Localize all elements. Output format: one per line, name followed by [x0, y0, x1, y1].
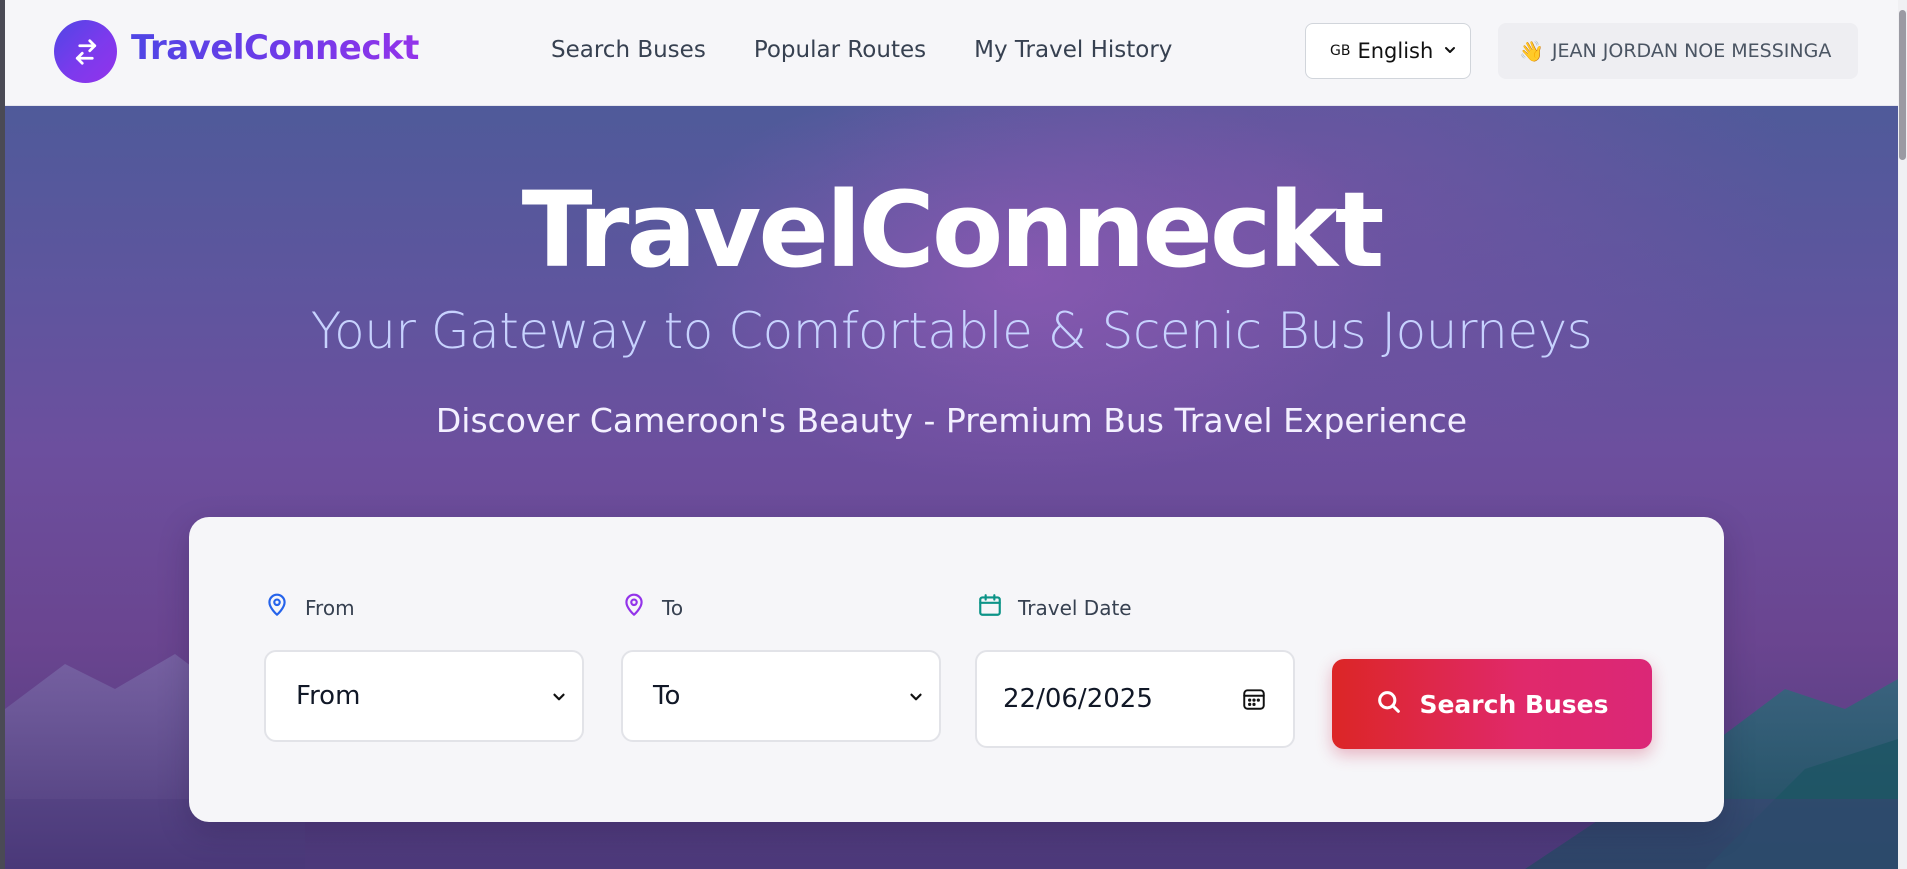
map-pin-icon: [264, 592, 290, 623]
from-select-value: From: [296, 681, 361, 711]
search-card: From From To To Travel Date 22/06/2025 S…: [189, 517, 1724, 822]
chevron-down-icon: [1442, 42, 1458, 62]
nav-link-popular-routes[interactable]: Popular Routes: [754, 37, 926, 63]
search-button-label: Search Buses: [1419, 689, 1609, 719]
nav-link-search-buses[interactable]: Search Buses: [551, 37, 706, 63]
flag-icon: GB: [1330, 43, 1351, 59]
travel-date-input[interactable]: 22/06/2025: [975, 650, 1295, 748]
date-label-text: Travel Date: [1018, 595, 1132, 620]
hero-tagline: Discover Cameroon's Beauty - Premium Bus…: [435, 401, 1468, 440]
travel-date-value: 22/06/2025: [1003, 684, 1153, 714]
language-label: English: [1357, 39, 1434, 63]
brand-name[interactable]: TravelConneckt: [131, 28, 419, 68]
search-icon: [1375, 688, 1403, 720]
app-window: TravelConneckt Search Buses Popular Rout…: [0, 0, 1907, 869]
to-select[interactable]: To: [621, 650, 941, 742]
language-select[interactable]: GB English: [1305, 23, 1471, 79]
scrollbar-thumb[interactable]: [1899, 10, 1906, 160]
user-menu[interactable]: 👋 JEAN JORDAN NOE MESSINGA: [1498, 23, 1858, 79]
search-buses-button[interactable]: Search Buses: [1332, 659, 1652, 749]
from-label-text: From: [305, 595, 355, 620]
hero-section: TravelConneckt Your Gateway to Comfortab…: [5, 106, 1898, 869]
user-name: JEAN JORDAN NOE MESSINGA: [1551, 40, 1832, 62]
calendar-icon: [977, 592, 1003, 623]
date-field-label: Travel Date: [977, 592, 1132, 623]
hero-title: TravelConneckt: [521, 169, 1385, 291]
nav-link-travel-history[interactable]: My Travel History: [974, 37, 1172, 63]
to-select-value: To: [653, 681, 681, 711]
from-select[interactable]: From: [264, 650, 584, 742]
to-label-text: To: [662, 595, 684, 620]
chevron-down-icon: [550, 688, 568, 710]
map-pin-icon: [621, 592, 647, 623]
top-navbar: TravelConneckt Search Buses Popular Rout…: [5, 0, 1898, 106]
to-field-label: To: [621, 592, 683, 623]
from-field-label: From: [264, 592, 355, 623]
hero-subtitle: Your Gateway to Comfortable & Scenic Bus…: [310, 302, 1593, 360]
calendar-picker-icon[interactable]: [1241, 686, 1267, 716]
waving-hand-icon: 👋: [1519, 39, 1544, 63]
chevron-down-icon: [907, 688, 925, 710]
page-scrollbar[interactable]: [1898, 0, 1907, 869]
main-nav: Search Buses Popular Routes My Travel Hi…: [551, 37, 1172, 63]
logo-icon[interactable]: [54, 20, 117, 83]
